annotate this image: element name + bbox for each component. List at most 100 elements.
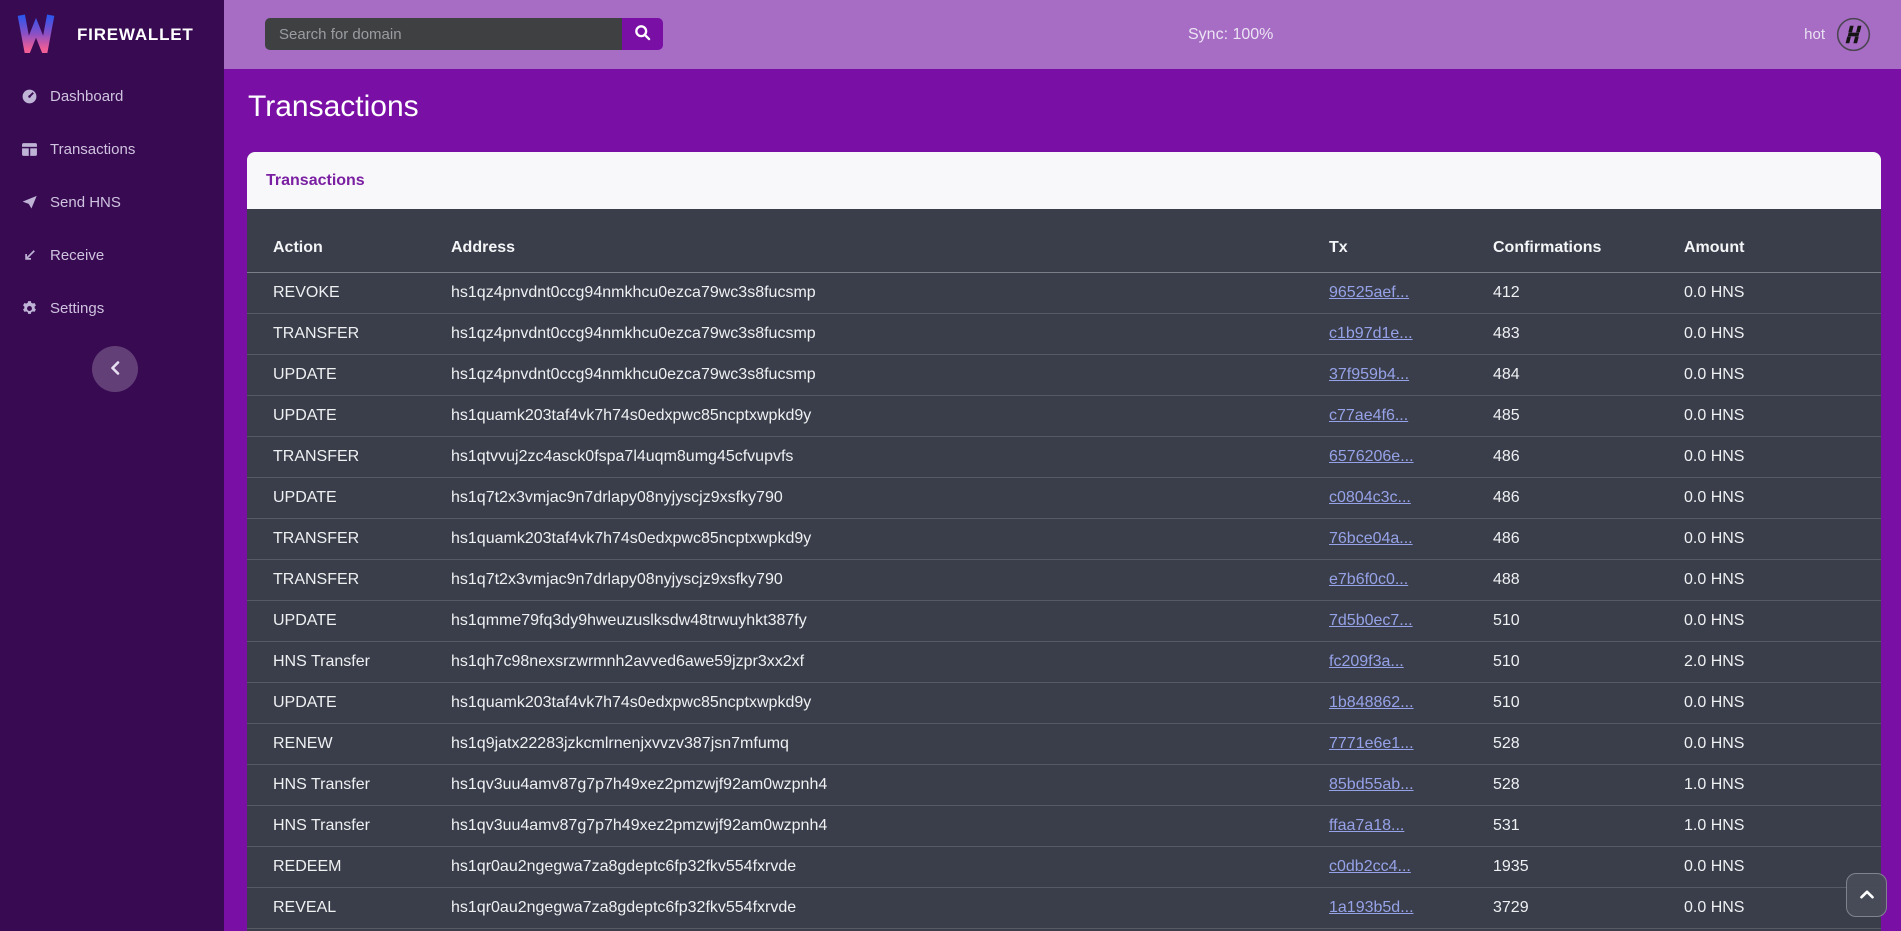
confirmations-cell: 412 [1493,273,1684,314]
amount-cell: 0.0 HNS [1684,478,1881,519]
table-row: HNS Transfer hs1qh7c98nexsrzwrmnh2avved6… [247,642,1881,683]
sidebar-item-label: Transactions [50,141,135,158]
search-input[interactable] [265,18,622,50]
tx-link[interactable]: 1b848862... [1329,694,1414,711]
tx-cell: fc209f3a... [1329,642,1493,683]
amount-cell: 0.0 HNS [1684,396,1881,437]
action-cell: HNS Transfer [247,806,451,847]
tx-link[interactable]: c0804c3c... [1329,489,1411,506]
table-row: HNS Transfer hs1qv3uu4amv87g7p7h49xez2pm… [247,765,1881,806]
action-cell: UPDATE [247,601,451,642]
amount-cell: 0.0 HNS [1684,560,1881,601]
tx-cell: ffaa7a18... [1329,806,1493,847]
column-header-address: Address [451,209,1329,273]
card-header: Transactions [247,152,1881,209]
confirmations-cell: 486 [1493,437,1684,478]
topbar: Sync: 100% hot [224,0,1901,69]
table-row: HNS Transfer hs1qv3uu4amv87g7p7h49xez2pm… [247,806,1881,847]
amount-cell: 1.0 HNS [1684,765,1881,806]
transactions-table: Action Address Tx Confirmations Amount R… [247,209,1881,929]
sidebar-collapse-button[interactable] [92,346,138,392]
amount-cell: 0.0 HNS [1684,437,1881,478]
address-cell: hs1qv3uu4amv87g7p7h49xez2pmzwjf92am0wzpn… [451,765,1329,806]
address-cell: hs1qr0au2ngegwa7za8gdeptc6fp32fkv554fxrv… [451,847,1329,888]
amount-cell: 1.0 HNS [1684,806,1881,847]
action-cell: REDEEM [247,847,451,888]
search-button[interactable] [622,18,663,50]
table-row: REVOKE hs1qz4pnvdnt0ccg94nmkhcu0ezca79wc… [247,273,1881,314]
tx-link[interactable]: 7d5b0ec7... [1329,612,1413,629]
table-row: UPDATE hs1qmme79fq3dy9hweuzuslksdw48trwu… [247,601,1881,642]
address-cell: hs1q7t2x3vmjac9n7drlapy08nyjyscjz9xsfky7… [451,478,1329,519]
confirmations-cell: 528 [1493,724,1684,765]
tx-link[interactable]: 6576206e... [1329,448,1414,465]
tx-link[interactable]: 96525aef... [1329,284,1409,301]
table-row: TRANSFER hs1quamk203taf4vk7h74s0edxpwc85… [247,519,1881,560]
sidebar-item-transactions[interactable]: Transactions [0,123,224,176]
address-cell: hs1qz4pnvdnt0ccg94nmkhcu0ezca79wc3s8fucs… [451,273,1329,314]
address-cell: hs1quamk203taf4vk7h74s0edxpwc85ncptxwpkd… [451,519,1329,560]
action-cell: TRANSFER [247,560,451,601]
tx-link[interactable]: 37f959b4... [1329,366,1409,383]
sidebar: FIREWALLET Dashboard [0,0,224,931]
confirmations-cell: 528 [1493,765,1684,806]
table-row: UPDATE hs1qz4pnvdnt0ccg94nmkhcu0ezca79wc… [247,355,1881,396]
action-cell: TRANSFER [247,314,451,355]
tx-link[interactable]: 1a193b5d... [1329,899,1414,916]
sidebar-item-settings[interactable]: Settings [0,282,224,335]
tx-link[interactable]: c77ae4f6... [1329,407,1408,424]
tx-link[interactable]: c1b97d1e... [1329,325,1413,342]
address-cell: hs1qz4pnvdnt0ccg94nmkhcu0ezca79wc3s8fucs… [451,314,1329,355]
tx-cell: 7771e6e1... [1329,724,1493,765]
sidebar-item-dashboard[interactable]: Dashboard [0,70,224,123]
column-header-tx: Tx [1329,209,1493,273]
chevron-up-icon [1860,886,1874,904]
amount-cell: 0.0 HNS [1684,314,1881,355]
tx-link[interactable]: ffaa7a18... [1329,817,1404,834]
tx-cell: 1a193b5d... [1329,888,1493,929]
confirmations-cell: 510 [1493,642,1684,683]
brand-name: FIREWALLET [77,25,194,45]
action-cell: RENEW [247,724,451,765]
tx-link[interactable]: 76bce04a... [1329,530,1413,547]
amount-cell: 0.0 HNS [1684,601,1881,642]
amount-cell: 2.0 HNS [1684,642,1881,683]
sidebar-nav: Dashboard Transactions Send HNS [0,69,224,335]
table-row: UPDATE hs1quamk203taf4vk7h74s0edxpwc85nc… [247,396,1881,437]
tx-cell: c0db2cc4... [1329,847,1493,888]
chevron-left-icon [110,359,120,380]
tx-link[interactable]: 7771e6e1... [1329,735,1414,752]
table-row: TRANSFER hs1qtvvuj2zc4asck0fspa7l4uqm8um… [247,437,1881,478]
page-title: Transactions [248,90,419,124]
confirmations-cell: 510 [1493,601,1684,642]
column-header-amount: Amount [1684,209,1881,273]
sidebar-item-receive[interactable]: Receive [0,229,224,282]
confirmations-cell: 486 [1493,519,1684,560]
action-cell: HNS Transfer [247,765,451,806]
table-row: UPDATE hs1quamk203taf4vk7h74s0edxpwc85nc… [247,683,1881,724]
tx-link[interactable]: 85bd55ab... [1329,776,1414,793]
confirmations-cell: 486 [1493,478,1684,519]
amount-cell: 0.0 HNS [1684,519,1881,560]
confirmations-cell: 485 [1493,396,1684,437]
column-header-confirmations: Confirmations [1493,209,1684,273]
confirmations-cell: 484 [1493,355,1684,396]
scroll-to-top-button[interactable] [1846,873,1887,917]
action-cell: HNS Transfer [247,642,451,683]
tx-cell: 7d5b0ec7... [1329,601,1493,642]
table-row: TRANSFER hs1q7t2x3vmjac9n7drlapy08nyjysc… [247,560,1881,601]
action-cell: UPDATE [247,396,451,437]
tx-link[interactable]: fc209f3a... [1329,653,1404,670]
table-row: REVEAL hs1qr0au2ngegwa7za8gdeptc6fp32fkv… [247,888,1881,929]
table-icon [21,141,38,158]
address-cell: hs1qmme79fq3dy9hweuzuslksdw48trwuyhkt387… [451,601,1329,642]
tx-cell: 37f959b4... [1329,355,1493,396]
action-cell: UPDATE [247,478,451,519]
action-cell: UPDATE [247,683,451,724]
address-cell: hs1qh7c98nexsrzwrmnh2avved6awe59jzpr3xx2… [451,642,1329,683]
wallet-switcher[interactable]: hot [1804,0,1901,69]
tx-link[interactable]: e7b6f0c0... [1329,571,1408,588]
sidebar-item-send-hns[interactable]: Send HNS [0,176,224,229]
table-header-row: Action Address Tx Confirmations Amount [247,209,1881,273]
tx-link[interactable]: c0db2cc4... [1329,858,1411,875]
